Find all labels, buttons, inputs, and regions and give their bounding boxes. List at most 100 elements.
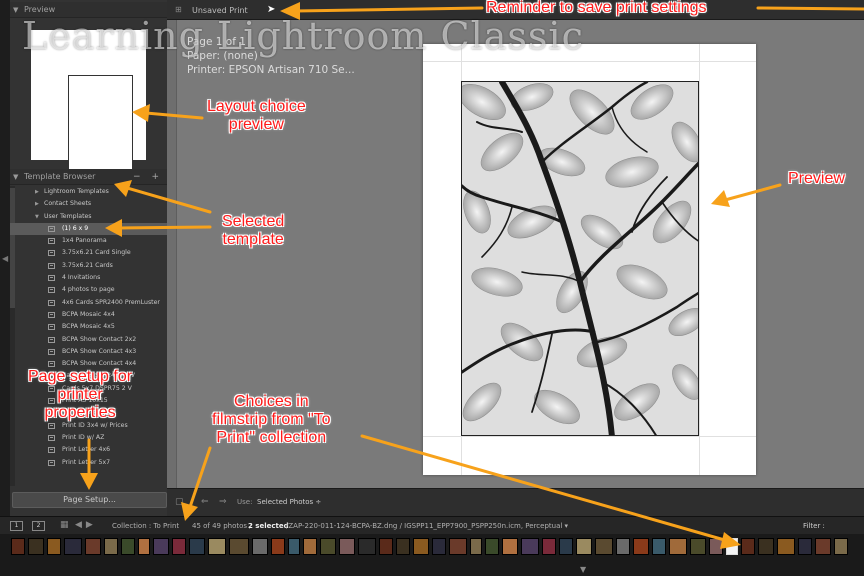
filmstrip-thumbnail[interactable] [121,538,135,555]
template-item[interactable]: Print A3 10x15 [10,395,167,407]
filmstrip-thumbnail[interactable] [542,538,556,555]
template-item[interactable]: 3.75x6.21 Card Single [10,247,167,259]
template-item[interactable]: 3.75x6.21 Cards [10,260,167,272]
filmstrip-thumbnail[interactable] [153,538,169,555]
filmstrip-thumbnail[interactable] [690,538,706,555]
filmstrip-thumbnail[interactable] [396,538,410,555]
template-icon [48,373,55,380]
filmstrip-thumbnail[interactable] [815,538,831,555]
filmstrip-thumbnail[interactable] [288,538,300,555]
template-item[interactable]: Print Letter 4x6 [10,444,167,456]
template-item[interactable]: Print Letter 5x7 [10,457,167,469]
grid-view-icon[interactable]: ▦ [60,520,69,530]
template-item-selected[interactable]: (1) 6 x 9 [10,222,167,236]
filmstrip-thumbnail[interactable] [726,538,738,555]
template-browser-header[interactable]: ▼ Template Browser − + [10,169,167,185]
folder-contact-sheets[interactable]: ▶ Contact Sheets [10,198,167,210]
collapse-filmstrip-icon[interactable]: ▼ [580,565,586,574]
template-item[interactable]: 4x6 Cards SPR2400 PremLuster [10,297,167,309]
template-item[interactable]: Print ID w/ AZ [10,432,167,444]
template-item[interactable]: 4 photos to page [10,284,167,296]
filmstrip-thumbnail[interactable] [669,538,687,555]
filmstrip-thumbnail[interactable] [576,538,592,555]
filmstrip-thumbnail[interactable] [798,538,812,555]
template-item[interactable]: BCPA Show Contact 4x3 [10,346,167,358]
filmstrip-thumbnail[interactable] [616,538,630,555]
template-icon [48,311,55,318]
filmstrip-thumbnail[interactable] [271,538,285,555]
use-selected-photos-select[interactable]: Selected Photos ÷ [257,498,321,506]
template-item[interactable]: BCPA Mosaic 4x4 [10,309,167,321]
filmstrip-thumbnail[interactable] [834,538,848,555]
filmstrip-thumbnail[interactable] [28,538,44,555]
template-item[interactable]: BCPA Show Contact 2x2 [10,334,167,346]
filmstrip-thumbnail[interactable] [502,538,518,555]
collapse-caret-icon[interactable]: ▼ [13,169,18,185]
template-label: BCPA Show Contact 4x4 [62,360,137,368]
filmstrip-thumbnail[interactable] [559,538,573,555]
filmstrip-thumbnail[interactable] [208,538,226,555]
filmstrip-thumbnail[interactable] [172,538,186,555]
filmstrip-thumbnail[interactable] [485,538,499,555]
filmstrip-thumbnail[interactable] [339,538,355,555]
filmstrip-thumbnail[interactable] [709,538,723,555]
filmstrip-thumbnail[interactable] [595,538,613,555]
template-item[interactable]: BCPA Show Contact 4x4 [10,358,167,370]
template-label: 3.75x6.21 Card Single [62,249,131,257]
filmstrip-thumbnail[interactable] [633,538,649,555]
filmstrip-thumbnail[interactable] [85,538,101,555]
filmstrip: ▼ [0,534,864,576]
template-item[interactable]: Cards 4x6 SPR2400 4 V [10,370,167,382]
expand-left-icon[interactable]: ◀ [2,254,8,263]
filmstrip-thumbnail[interactable] [189,538,205,555]
template-item[interactable]: Print ID 3x4 [10,407,167,419]
filmstrip-thumbnail[interactable] [47,538,61,555]
filmstrip-thumbnail[interactable] [11,538,25,555]
filmstrip-thumbnail[interactable] [64,538,82,555]
template-item[interactable]: 4 Invitations [10,272,167,284]
filmstrip-thumbnail[interactable] [470,538,482,555]
filmstrip-thumbnail[interactable] [758,538,774,555]
unsaved-print-label[interactable]: Unsaved Print [192,6,248,15]
primary-window-button[interactable]: 1 [10,521,23,531]
template-item[interactable]: Cards 5x7 DSPR75 2 V [10,383,167,395]
filmstrip-thumbnail[interactable] [741,538,755,555]
photo-cell[interactable] [461,81,699,436]
filmstrip-thumbnail[interactable] [252,538,268,555]
template-item[interactable]: BCPA Mosaic 4x5 [10,321,167,333]
template-icon [48,422,55,429]
filmstrip-thumbnail[interactable] [138,538,150,555]
template-add-remove-buttons[interactable]: − + [133,169,163,185]
filmstrip-thumbnail[interactable] [320,538,336,555]
filmstrip-thumbnail[interactable] [413,538,429,555]
filmstrip-thumbnail[interactable] [652,538,666,555]
page-icon[interactable]: ▢ [175,497,184,507]
next-page-icon[interactable]: ⇒ [219,497,227,507]
filmstrip-thumbnail[interactable] [777,538,795,555]
page-setup-button[interactable]: Page Setup... [12,492,167,508]
filter-label[interactable]: Filter : [803,522,825,530]
left-panel-toggle-strip[interactable]: ◀ [0,0,10,516]
print-job-icon[interactable]: ⊞ [175,5,182,14]
back-forward-icon[interactable]: ◀▶ [75,520,97,530]
filmstrip-thumbnail[interactable] [229,538,249,555]
collapse-caret-icon[interactable]: ▼ [13,2,18,18]
filmstrip-thumbnail[interactable] [449,538,467,555]
filmstrip-thumbnail[interactable] [303,538,317,555]
filmstrip-thumbnail[interactable] [104,538,118,555]
filmstrip-source[interactable]: Collection : To Print [112,522,179,530]
preview-panel-header[interactable]: ▼ Preview [10,2,167,18]
previous-page-icon[interactable]: ⇐ [201,497,209,507]
filmstrip-thumbnail[interactable] [521,538,539,555]
folder-lightroom-templates[interactable]: ▶ Lightroom Templates [10,186,167,198]
template-item[interactable]: Print ID 3x4 w/ Prices [10,420,167,432]
filmstrip-thumbnail[interactable] [358,538,376,555]
layout-preview-cell [68,75,133,171]
folder-user-templates[interactable]: ▼ User Templates [10,211,167,223]
secondary-window-button[interactable]: 2 [32,521,45,531]
filmstrip-thumbnail[interactable] [432,538,446,555]
selected-count: 2 selected [248,522,289,530]
template-label: BCPA Show Contact 2x2 [62,335,137,343]
template-item[interactable]: 1x4 Panorama [10,235,167,247]
filmstrip-thumbnail[interactable] [379,538,393,555]
